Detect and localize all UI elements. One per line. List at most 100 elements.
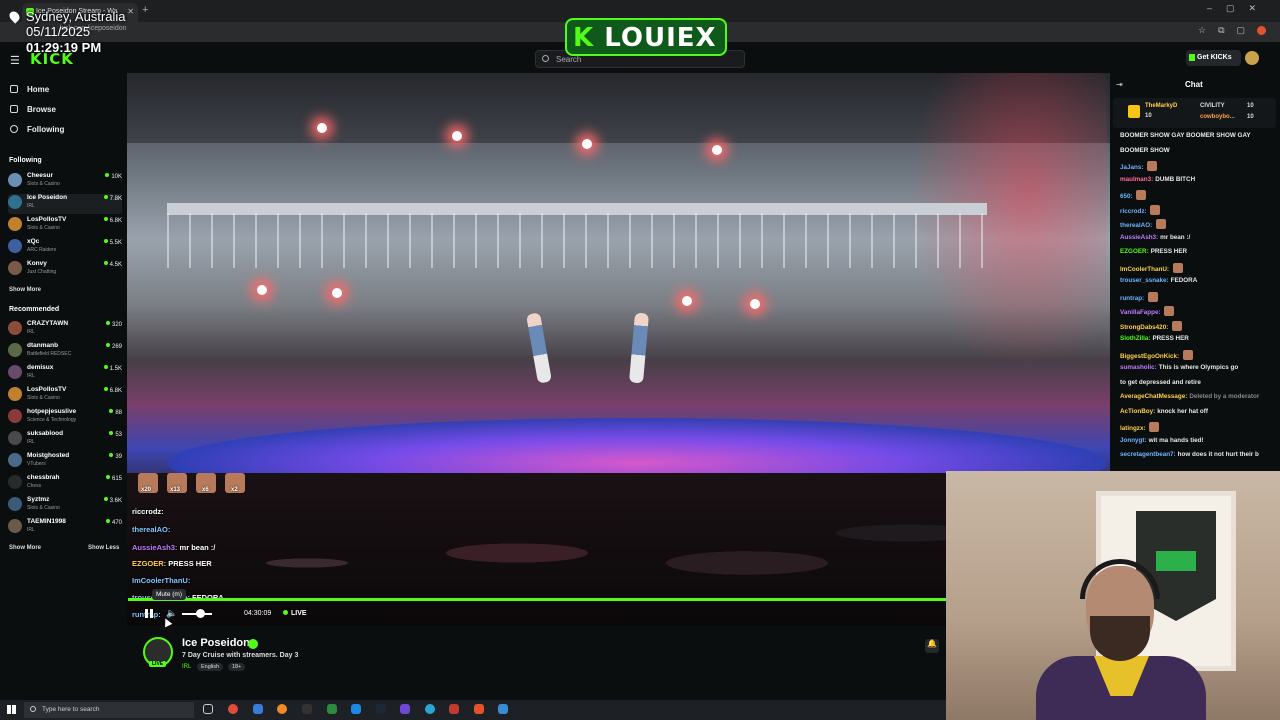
app-icon[interactable] — [253, 704, 263, 714]
show-more-recommended[interactable]: Show More — [9, 545, 41, 551]
nav-home[interactable]: Home — [10, 85, 49, 94]
browser-toolbar-icons[interactable]: ☆⧉▢ — [1198, 25, 1266, 36]
volume-slider-handle[interactable] — [196, 609, 205, 618]
channel-avatar — [8, 475, 22, 489]
nav-browse[interactable]: Browse — [10, 105, 56, 114]
channel-item[interactable]: xQc ARC Raiders 5.5K — [8, 238, 122, 258]
chat-username[interactable]: BiggestEgoOnKick: — [1120, 353, 1179, 360]
channel-name: chessbrah — [27, 474, 60, 481]
chat-username: AussieAsh3: — [132, 543, 178, 552]
edge-icon[interactable] — [425, 704, 435, 714]
app-icon[interactable] — [400, 704, 410, 714]
taskbar-search-input[interactable]: Type here to search — [24, 702, 194, 718]
live-dot-icon — [109, 453, 114, 457]
channel-item[interactable]: hotpepjesuslive Science & Technology 88 — [8, 408, 122, 428]
chat-username[interactable]: JaJans: — [1120, 164, 1143, 171]
task-view-icon[interactable] — [203, 704, 213, 714]
emote-icon — [1150, 204, 1161, 215]
app-icon[interactable] — [327, 704, 337, 714]
channel-item[interactable]: dtanmanb Battlefield REDSEC 269 — [8, 342, 122, 362]
chat-username[interactable]: maulman3: — [1120, 176, 1153, 183]
streamer-name[interactable]: Ice Poseidon — [182, 637, 250, 649]
channel-item[interactable]: LosPollosTV Slots & Casino 6.8K — [8, 386, 122, 406]
chat-username[interactable]: AussieAsh3: — [1120, 234, 1158, 241]
channel-item[interactable]: Cheesur Slots & Casino 10K — [8, 172, 122, 192]
chat-message: riccrodz: — [1120, 204, 1270, 215]
app-icon[interactable] — [498, 704, 508, 714]
chrome-icon[interactable] — [228, 704, 238, 714]
channel-item[interactable]: Konvy Just Chatting 4.5K — [8, 260, 122, 280]
channel-item[interactable]: Syztmz Slots & Casino 3.6K — [8, 496, 122, 516]
chat-username[interactable]: 650: — [1120, 193, 1133, 200]
chat-message: Jonnygt: wit ma hands tied! — [1120, 437, 1270, 444]
chat-text: DUMB BITCH — [1155, 175, 1196, 183]
nav-following[interactable]: Following — [10, 125, 64, 134]
chat-username[interactable]: therealAO: — [1120, 222, 1152, 229]
live-dot-icon — [109, 409, 114, 413]
new-tab-icon[interactable]: + — [142, 4, 148, 16]
channel-item[interactable]: TAEMIN1998 IRL 470 — [8, 518, 122, 538]
chat-username[interactable]: VanillaFappe: — [1120, 309, 1161, 316]
chat-username[interactable]: StrongDabs420: — [1120, 324, 1168, 331]
live-dot-icon — [103, 387, 108, 391]
chat-username: riccrodz: — [132, 507, 164, 516]
video-progress-bar[interactable] — [128, 598, 946, 601]
chat-username[interactable]: SlothZilla: — [1120, 335, 1150, 342]
channel-item[interactable]: CRAZYTAWN IRL 320 — [8, 320, 122, 340]
nav-following-label: Following — [27, 125, 65, 134]
app-icon[interactable] — [449, 704, 459, 714]
chat-message: AverageChatMessage: Deleted by a moderato… — [1120, 393, 1270, 400]
tab-close-icon[interactable]: ✕ — [127, 7, 134, 16]
show-more-following[interactable]: Show More — [9, 287, 41, 293]
video-performer — [628, 312, 650, 384]
video-chat-message: therealAO: — [132, 525, 170, 534]
chat-username[interactable]: latingzx: — [1120, 425, 1146, 432]
video-chat-message: EZGOER: PRESS HER — [132, 559, 212, 568]
notification-bell-icon[interactable]: 🔔 — [925, 639, 939, 653]
live-indicator[interactable]: LIVE — [283, 610, 307, 617]
collapse-chat-icon[interactable]: ⇥ — [1116, 80, 1123, 89]
stream-tag[interactable]: English — [197, 663, 224, 671]
channel-item[interactable]: Moistghosted VTubers 39 — [8, 452, 122, 472]
channel-avatar — [8, 387, 22, 401]
show-less-recommended[interactable]: Show Less — [88, 545, 119, 551]
chat-username[interactable]: Jonnygt: — [1120, 437, 1147, 444]
chat-message: BOOMER SHOW GAY BOOMER SHOW GAY — [1120, 132, 1270, 139]
app-icon[interactable] — [302, 704, 312, 714]
pause-icon[interactable] — [145, 609, 153, 618]
channel-item[interactable]: suksablood IRL 53 — [8, 430, 122, 450]
chat-username[interactable]: AcTionBoy: — [1120, 408, 1155, 415]
firefox-icon[interactable] — [277, 704, 287, 714]
channel-item[interactable]: chessbrah Chess 615 — [8, 474, 122, 494]
chat-text: This is where Olympics go — [1158, 364, 1239, 371]
chat-username[interactable]: trouser_ssnake: — [1120, 277, 1169, 284]
chat-username[interactable]: riccrodz: — [1120, 208, 1147, 215]
live-dot-icon — [103, 261, 108, 265]
chat-text: Deleted by a moderator — [1189, 393, 1260, 400]
channel-item[interactable]: Ice Poseidon IRL 7.8K — [8, 194, 122, 214]
video-chat-message: AussieAsh3: mr bean :/ — [132, 543, 215, 552]
brave-icon[interactable] — [474, 704, 484, 714]
channel-item[interactable]: demisux IRL 1.5K — [8, 364, 122, 384]
extension-icon[interactable] — [1257, 26, 1266, 36]
windows-start-icon[interactable] — [7, 705, 16, 714]
menu-icon[interactable]: ☰ — [10, 54, 20, 67]
window-controls[interactable]: –▢✕ — [1207, 3, 1270, 14]
user-avatar[interactable] — [1245, 51, 1259, 65]
channel-avatar — [8, 343, 22, 357]
stream-tag[interactable]: 18+ — [228, 663, 246, 671]
channel-item[interactable]: LosPollosTV Slots & Casino 6.8K — [8, 216, 122, 236]
chat-username[interactable]: EZGOER: — [1120, 248, 1149, 255]
chat-username[interactable]: secretagentbean7: — [1120, 451, 1176, 458]
app-icon[interactable] — [351, 704, 361, 714]
chat-username[interactable]: AverageChatMessage: — [1120, 393, 1187, 400]
chat-username[interactable]: ImCoolerThanU: — [1120, 266, 1169, 273]
chat-text: BOOMER SHOW GAY BOOMER SHOW GAY — [1120, 132, 1251, 139]
live-dot-icon — [105, 343, 110, 347]
steam-icon[interactable] — [376, 704, 386, 714]
chat-username[interactable]: runtrap: — [1120, 295, 1144, 302]
channel-category: IRL — [27, 329, 35, 335]
get-kicks-button[interactable]: Get KICKs — [1186, 50, 1241, 66]
chat-username[interactable]: sumasholic: — [1120, 364, 1157, 371]
stream-category[interactable]: IRL — [182, 664, 191, 670]
